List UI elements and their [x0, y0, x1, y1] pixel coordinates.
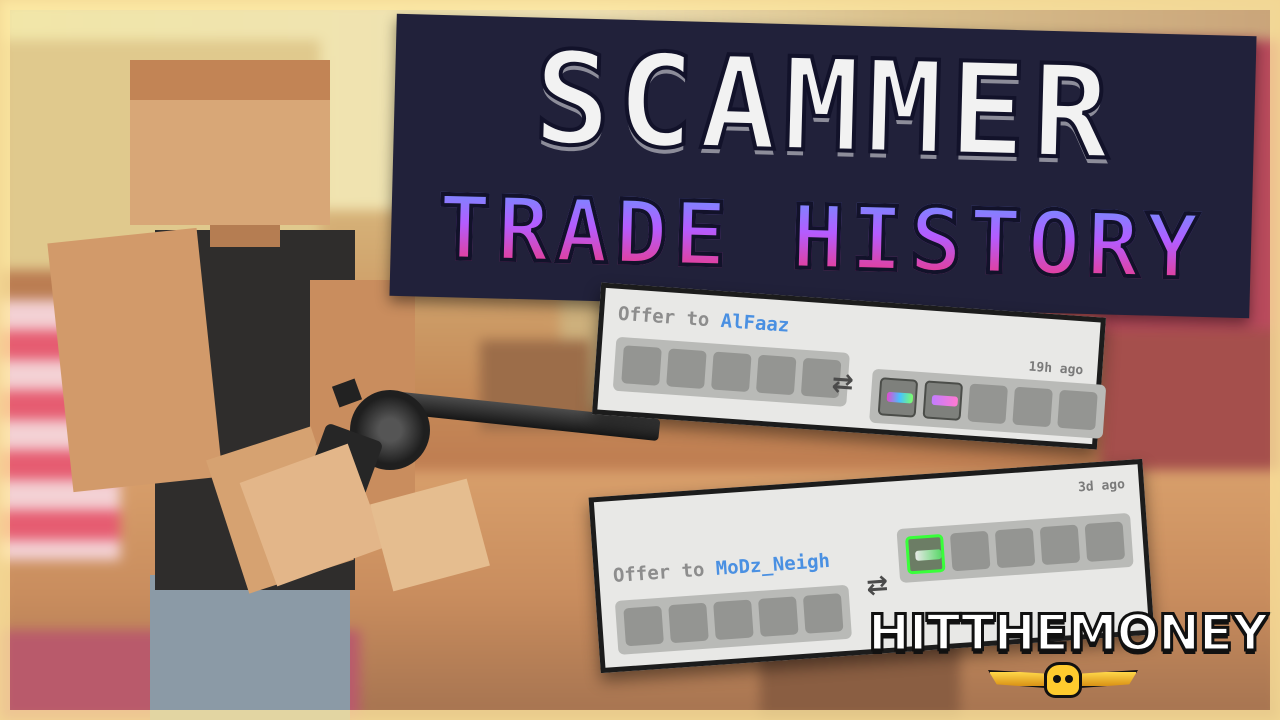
item-slot-weapon[interactable] [922, 380, 964, 421]
rifle-skin-icon [886, 391, 914, 404]
winged-skull-icon [988, 662, 1138, 698]
offer-time: 19h ago [1028, 359, 1084, 379]
item-slot[interactable] [758, 596, 799, 637]
title-line-2: TRADE HISTORY [390, 172, 1253, 304]
channel-logo: HITTHEMONEY [867, 600, 1270, 710]
item-slot[interactable] [668, 602, 709, 644]
offer-header: Offer to MoDz_Neigh [612, 550, 830, 587]
their-items-tray [869, 368, 1107, 439]
their-items-tray [896, 512, 1134, 584]
item-slot[interactable] [755, 354, 797, 396]
item-slot-weapon[interactable] [905, 533, 946, 575]
item-slot[interactable] [666, 348, 707, 389]
item-slot[interactable] [623, 605, 664, 647]
offer-prefix: Offer to [617, 302, 722, 332]
knife-skin-icon [931, 394, 959, 407]
item-slot[interactable] [621, 345, 662, 386]
rifle-skin-icon [915, 549, 942, 561]
item-slot[interactable] [949, 530, 991, 572]
title-line-1: SCAMMER [530, 22, 1119, 190]
offer-username[interactable]: AlFaaz [720, 310, 790, 337]
character-head [130, 60, 330, 225]
your-items-tray [614, 584, 853, 655]
item-slot[interactable] [1039, 524, 1081, 566]
swap-arrows-icon: ⇄ [865, 569, 890, 602]
item-slot[interactable] [967, 383, 1008, 425]
offer-time: 3d ago [1077, 477, 1126, 496]
your-items-tray [612, 336, 850, 407]
title-banner: SCAMMER TRADE HISTORY [389, 13, 1257, 319]
offer-prefix: Offer to [612, 557, 717, 588]
item-slot-weapon[interactable] [877, 377, 919, 418]
item-slot[interactable] [711, 351, 752, 393]
item-slot[interactable] [1084, 521, 1126, 562]
swap-arrows-icon: ⇄ [830, 367, 855, 400]
item-slot[interactable] [713, 599, 754, 641]
logo-text: HITTHEMONEY [867, 603, 1270, 664]
item-slot[interactable] [994, 527, 1036, 569]
offer-header: Offer to AlFaaz [617, 303, 790, 337]
item-slot[interactable] [1057, 389, 1098, 431]
item-slot[interactable] [802, 593, 844, 634]
item-slot[interactable] [1012, 386, 1053, 428]
offer-username[interactable]: MoDz_Neigh [715, 550, 831, 580]
